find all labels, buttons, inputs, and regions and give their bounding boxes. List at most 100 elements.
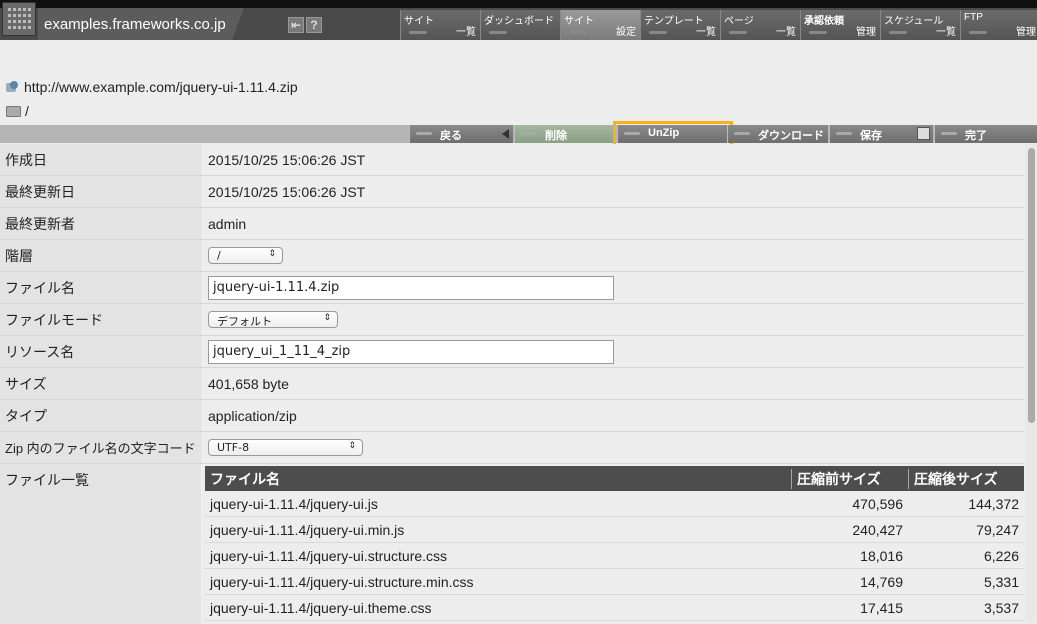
filemode-cell: デフォルト ⇕ xyxy=(203,304,1024,335)
charset-row: Zip 内のファイル名の文字コード UTF-8 ⇕ xyxy=(0,432,1024,464)
folder-icon xyxy=(6,105,21,117)
uncompressed-size-cell: 18,016 xyxy=(860,547,903,564)
filemode-row: ファイルモード デフォルト ⇕ xyxy=(0,304,1024,336)
menu-sublabel: 設定 xyxy=(616,27,636,38)
compressed-size-cell: 5,331 xyxy=(983,573,1019,590)
col-filename[interactable]: ファイル名 xyxy=(205,469,791,489)
menu-sublabel: 管理 xyxy=(1016,27,1036,38)
select-arrows-icon: ⇕ xyxy=(268,249,276,259)
charset-label: Zip 内のファイル名の文字コード xyxy=(0,432,203,463)
delete-label: 削除 xyxy=(545,130,567,142)
created-row: 作成日 2015/10/25 15:06:26 JST xyxy=(0,144,1024,176)
level-row: 階層 / ⇕ xyxy=(0,240,1024,272)
top-bar: examples.frameworks.co.jp ⇤ ? サイト 一覧 ダッシ… xyxy=(0,0,1037,40)
filemode-label: ファイルモード xyxy=(0,304,203,335)
menu-page-list[interactable]: ページ 一覧 xyxy=(720,10,800,40)
size-value: 401,658 byte xyxy=(203,368,1024,399)
menu-label: サイト xyxy=(564,16,594,27)
menu-dashboard[interactable]: ダッシュボード xyxy=(480,10,560,40)
size-row: サイズ 401,658 byte xyxy=(0,368,1024,400)
file-name-cell: jquery-ui-1.11.4/jquery-ui.theme.css xyxy=(210,599,432,616)
delete-button[interactable]: 削除 xyxy=(514,125,615,143)
created-label: 作成日 xyxy=(0,144,203,175)
file-list-table: ファイル名 圧縮前サイズ 圧縮後サイズ jquery-ui-1.11.4/jqu… xyxy=(205,466,1024,621)
done-button[interactable]: 完了 xyxy=(934,125,1037,143)
menu-label: スケジュール xyxy=(884,16,944,27)
charset-cell: UTF-8 ⇕ xyxy=(203,432,1024,463)
compressed-size-cell: 79,247 xyxy=(976,521,1019,538)
type-value: application/zip xyxy=(203,400,1024,431)
file-list-header: ファイル名 圧縮前サイズ 圧縮後サイズ xyxy=(205,466,1024,491)
charset-select-value: UTF-8 xyxy=(217,441,250,454)
filemode-select[interactable]: デフォルト ⇕ xyxy=(208,311,338,328)
menu-site-settings[interactable]: サイト 設定 xyxy=(560,10,640,40)
table-row: jquery-ui-1.11.4/jquery-ui.structure.css… xyxy=(205,543,1024,569)
save-label: 保存 xyxy=(860,130,882,142)
menu-approval[interactable]: 承認依頼 管理 xyxy=(800,10,880,40)
help-icon[interactable]: ? xyxy=(306,17,322,33)
charset-select[interactable]: UTF-8 ⇕ xyxy=(208,439,363,456)
menu-ftp[interactable]: FTP 管理 xyxy=(960,10,1037,40)
download-button[interactable]: ダウンロード xyxy=(727,125,828,143)
button-dash xyxy=(624,132,640,135)
app-grid-icon[interactable] xyxy=(2,2,36,36)
file-name-cell: jquery-ui-1.11.4/jquery-ui.min.js xyxy=(210,521,405,538)
unzip-label: UnZip xyxy=(648,127,680,139)
resource-label: リソース名 xyxy=(0,336,203,367)
top-border xyxy=(0,0,1037,8)
button-dash xyxy=(521,132,537,135)
uncompressed-size-cell: 470,596 xyxy=(852,495,903,512)
level-select[interactable]: / ⇕ xyxy=(208,247,283,264)
modifier-value: admin xyxy=(203,208,1024,239)
vertical-scrollbar[interactable] xyxy=(1025,144,1037,623)
file-name-cell: jquery-ui-1.11.4/jquery-ui.structure.css xyxy=(210,547,448,564)
file-properties-form: 作成日 2015/10/25 15:06:26 JST 最終更新日 2015/1… xyxy=(0,144,1024,624)
menu-dash xyxy=(729,31,747,34)
compressed-size-cell: 6,226 xyxy=(983,547,1019,564)
scrollbar-thumb[interactable] xyxy=(1028,148,1035,423)
modifier-row: 最終更新者 admin xyxy=(0,208,1024,240)
filelist-cell: ファイル名 圧縮前サイズ 圧縮後サイズ jquery-ui-1.11.4/jqu… xyxy=(202,464,1024,624)
unzip-button[interactable]: UnZip xyxy=(613,121,733,147)
site-host-tab[interactable]: examples.frameworks.co.jp xyxy=(38,8,244,40)
filemode-select-value: デフォルト xyxy=(217,315,272,328)
action-bar: 戻る 削除 UnZip ダウンロード 保存 完了 xyxy=(0,121,1037,147)
folder-path[interactable]: / xyxy=(25,103,29,119)
filename-label: ファイル名 xyxy=(0,272,203,303)
tool-icons: ⇤ ? xyxy=(288,17,322,33)
save-button[interactable]: 保存 xyxy=(829,125,933,143)
col-compressed-size[interactable]: 圧縮後サイズ xyxy=(908,468,1024,489)
select-arrows-icon: ⇕ xyxy=(348,441,356,451)
resource-path: http://www.example.com/jquery-ui-1.11.4.… xyxy=(6,75,298,123)
table-row: jquery-ui-1.11.4/jquery-ui.structure.min… xyxy=(205,569,1024,595)
created-value: 2015/10/25 15:06:26 JST xyxy=(203,144,1024,175)
col-uncompressed-size[interactable]: 圧縮前サイズ xyxy=(791,468,908,489)
filelist-label: ファイル一覧 xyxy=(0,464,202,624)
type-label: タイプ xyxy=(0,400,203,431)
url-row: http://www.example.com/jquery-ui-1.11.4.… xyxy=(6,75,298,99)
filename-cell: jquery-ui-1.11.4.zip xyxy=(203,272,1024,303)
done-label: 完了 xyxy=(965,130,987,142)
filelist-row: ファイル一覧 ファイル名 圧縮前サイズ 圧縮後サイズ jquery-ui-1.1… xyxy=(0,464,1024,624)
menu-template-list[interactable]: テンプレート 一覧 xyxy=(640,10,720,40)
menu-site-list[interactable]: サイト 一覧 xyxy=(400,10,480,40)
resource-url[interactable]: http://www.example.com/jquery-ui-1.11.4.… xyxy=(24,79,298,95)
menu-schedule[interactable]: スケジュール 一覧 xyxy=(880,10,960,40)
back-arrow-icon[interactable]: ⇤ xyxy=(288,17,304,33)
level-cell: / ⇕ xyxy=(203,240,1024,271)
web-resource-icon xyxy=(6,81,20,93)
level-label: 階層 xyxy=(0,240,203,271)
file-name-cell: jquery-ui-1.11.4/jquery-ui.structure.min… xyxy=(210,573,474,590)
resource-input[interactable]: jquery_ui_1_11_4_zip xyxy=(208,339,614,364)
compressed-size-cell: 144,372 xyxy=(968,495,1019,512)
filename-input[interactable]: jquery-ui-1.11.4.zip xyxy=(208,275,614,300)
uncompressed-size-cell: 14,769 xyxy=(860,573,903,590)
menu-label: 承認依頼 xyxy=(804,16,844,27)
button-dash xyxy=(734,132,750,135)
table-row: jquery-ui-1.11.4/jquery-ui.js 470,596 14… xyxy=(205,491,1024,517)
menu-label: サイト xyxy=(404,16,434,27)
back-button[interactable]: 戻る xyxy=(409,125,513,143)
save-icon xyxy=(917,127,930,140)
menu-dash xyxy=(569,31,587,34)
download-label: ダウンロード xyxy=(758,130,824,142)
